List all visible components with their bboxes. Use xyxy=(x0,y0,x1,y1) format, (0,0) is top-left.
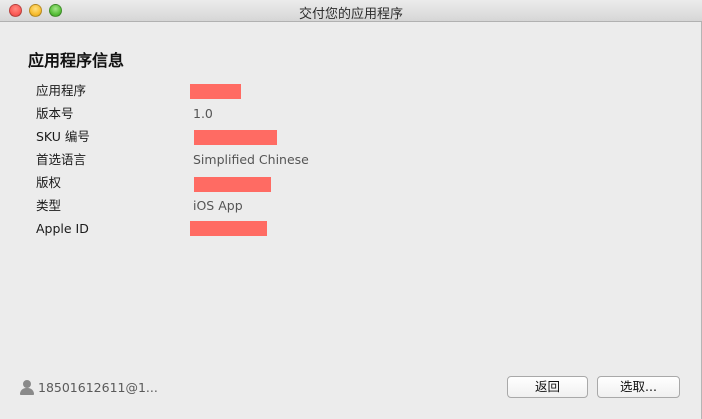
redacted-apple-id xyxy=(190,221,267,236)
account-indicator: 18501612611@1... xyxy=(20,377,158,397)
info-row-app: 应用程序 xyxy=(0,81,702,101)
account-email: 18501612611@1... xyxy=(38,379,158,395)
window-title: 交付您的应用程序 xyxy=(298,7,403,22)
info-label: 版本号 xyxy=(36,106,74,121)
redacted-app-name xyxy=(190,84,241,99)
dialog-window: 交付您的应用程序 应用程序信息 应用程序 版本号 1.0 SKU 编号 首选语言… xyxy=(0,0,702,419)
info-row-sku: SKU 编号 xyxy=(0,127,702,147)
title-bar[interactable]: 交付您的应用程序 xyxy=(0,0,702,22)
redacted-copyright xyxy=(194,177,271,192)
back-button[interactable]: 返回 xyxy=(507,376,588,398)
info-row-copyright: 版权 xyxy=(0,173,702,193)
user-icon xyxy=(20,379,34,395)
info-label: 类型 xyxy=(36,198,62,213)
info-label: Apple ID xyxy=(36,221,89,236)
info-value: iOS App xyxy=(193,198,243,213)
info-value: Simplified Chinese xyxy=(193,152,309,167)
info-row-apple-id: Apple ID xyxy=(0,219,702,239)
info-row-type: 类型 iOS App xyxy=(0,196,702,216)
redacted-sku xyxy=(194,130,277,145)
info-label: 版权 xyxy=(36,175,62,190)
info-label: SKU 编号 xyxy=(36,129,90,144)
info-row-language: 首选语言 Simplified Chinese xyxy=(0,150,702,170)
section-title: 应用程序信息 xyxy=(28,51,125,70)
info-label: 首选语言 xyxy=(36,152,87,167)
info-value: 1.0 xyxy=(193,106,213,121)
choose-button[interactable]: 选取... xyxy=(597,376,680,398)
info-row-version: 版本号 1.0 xyxy=(0,104,702,124)
info-label: 应用程序 xyxy=(36,83,87,98)
